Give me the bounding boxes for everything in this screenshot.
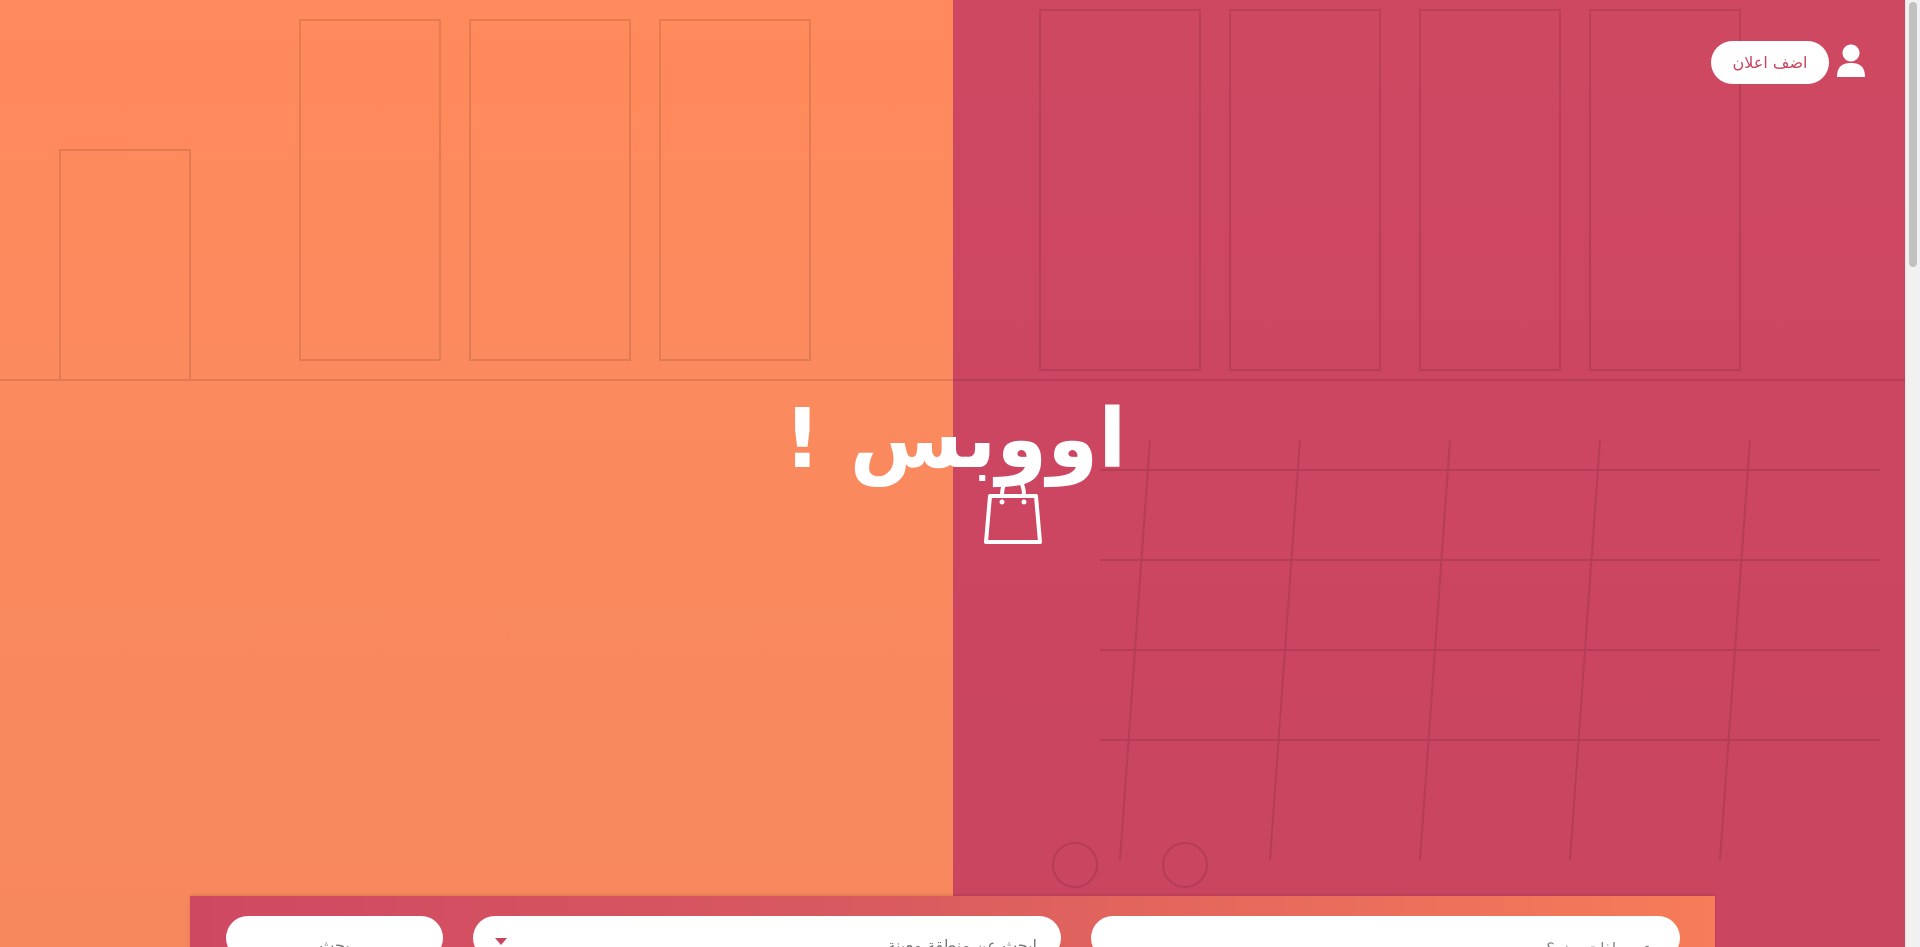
page: اضف اعلان اووبس ! بحث ابحث عن منطقة معين… xyxy=(0,0,1920,947)
region-select-label: ابحث عن منطقة معينة xyxy=(887,936,1037,947)
hero-section: اضف اعلان اووبس ! xyxy=(0,0,1905,947)
hero-title: اووبس ! xyxy=(783,392,1127,487)
shopping-bag-icon xyxy=(984,475,1042,544)
page-scrollbar[interactable] xyxy=(1905,0,1920,947)
region-select[interactable]: ابحث عن منطقة معينة xyxy=(473,916,1061,947)
caret-down-icon xyxy=(495,938,507,945)
search-button[interactable]: بحث xyxy=(226,916,443,947)
scrollbar-thumb[interactable] xyxy=(1909,2,1917,267)
keyword-search-input[interactable] xyxy=(1091,916,1680,947)
add-ad-button[interactable]: اضف اعلان xyxy=(1711,41,1829,84)
search-panel: بحث ابحث عن منطقة معينة xyxy=(190,896,1715,947)
user-icon[interactable] xyxy=(1836,44,1866,78)
